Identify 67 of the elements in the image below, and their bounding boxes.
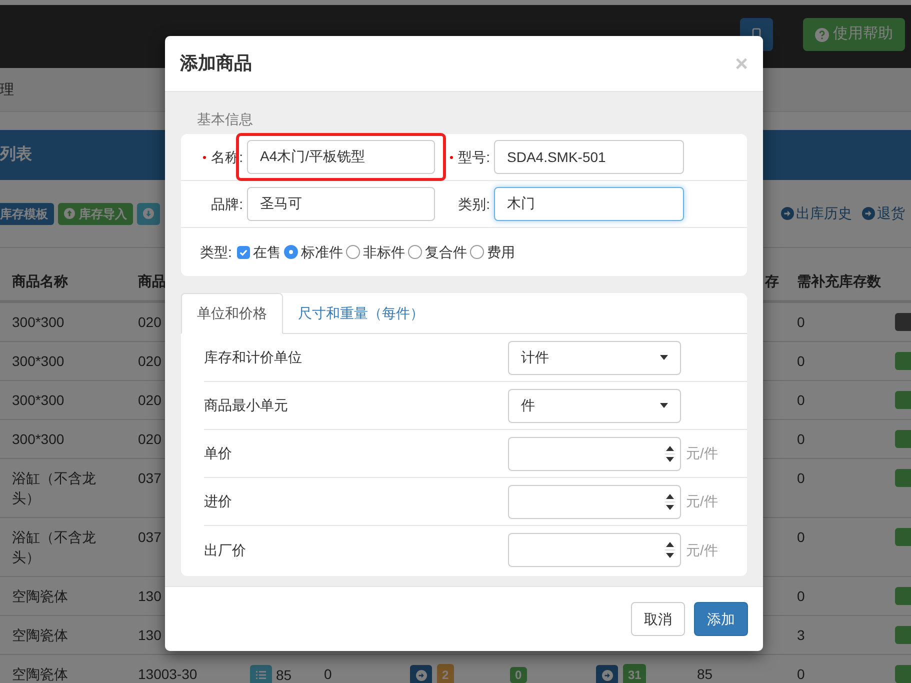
table-cell: 空陶瓷体: [12, 666, 68, 682]
table-cell: 300*300: [12, 431, 64, 447]
column-header: 需补充库存数: [797, 273, 881, 289]
table-cell: 浴缸（不含龙头）: [12, 529, 96, 565]
table-cell: 空陶瓷体: [12, 627, 68, 643]
cancel-button[interactable]: 取消: [631, 602, 685, 636]
table-cell: 13003-30: [138, 666, 198, 682]
column-header: 商品: [138, 273, 166, 289]
unit-label: 元/件: [686, 444, 718, 463]
checkbox-option[interactable]: 在售: [236, 242, 281, 262]
table-cell: 3: [797, 627, 805, 643]
text-field[interactable]: A4木门/平板铣型: [247, 140, 435, 174]
table-cell-text: 85: [276, 666, 292, 683]
table-cell: 020: [138, 314, 162, 330]
table-cell: 0: [797, 314, 805, 330]
select-field[interactable]: 计件: [508, 340, 681, 374]
field-label: 库存和计价单位: [204, 348, 303, 367]
radio-option[interactable]: 费用: [470, 242, 515, 262]
text-field[interactable]: SDA4.SMK-501: [494, 140, 684, 174]
table-cell: 0: [797, 392, 805, 408]
unit-label: 元/件: [686, 540, 718, 560]
table-cell: 0: [797, 529, 805, 545]
table-cell: 020: [138, 392, 162, 408]
text-field[interactable]: 圣马可: [247, 187, 435, 221]
modal-title: 添加商品: [180, 52, 252, 75]
field-label: 进价: [204, 492, 233, 511]
field-label: 单价: [204, 444, 233, 463]
radio-option[interactable]: 标准件: [284, 242, 343, 262]
table-cell: 020: [138, 431, 162, 447]
table-cell: 0: [797, 588, 805, 604]
field-label: 商品最小单元: [204, 396, 289, 415]
add-button[interactable]: 添加: [694, 602, 748, 636]
tab[interactable]: 单位和价格: [181, 293, 283, 334]
table-cell: 130: [138, 588, 162, 604]
radio-option[interactable]: 复合件: [408, 242, 467, 262]
column-header: 商品名称: [12, 273, 68, 289]
table-cell: 0: [324, 666, 332, 682]
table-cell: 037: [138, 470, 162, 486]
table-cell: 浴缸（不含龙头）: [12, 470, 96, 506]
count-badge: 0: [510, 667, 527, 683]
unit-label: 元/件: [686, 492, 718, 511]
table-cell: 0: [797, 353, 805, 369]
select-field[interactable]: 件: [508, 388, 681, 422]
tab[interactable]: 尺寸和重量（每件）: [283, 293, 439, 334]
table-cell: 85: [697, 666, 713, 682]
table-cell: 300*300: [12, 392, 64, 408]
table-cell: 0: [797, 470, 805, 486]
field-label: 出厂价: [204, 540, 247, 560]
table-cell: 037: [138, 529, 162, 545]
table-cell: 020: [138, 353, 162, 369]
breadcrumb[interactable]: 理: [0, 79, 14, 100]
count-badge: 31: [623, 664, 646, 683]
radio-option[interactable]: 非标件: [346, 242, 405, 262]
table-cell: 空陶瓷体: [12, 588, 68, 604]
section-title: 基本信息: [197, 111, 253, 127]
column-header: 存: [765, 273, 779, 289]
field-label: 型号:: [458, 148, 490, 166]
table-cell: 0: [797, 666, 805, 682]
table-cell: 0: [797, 431, 805, 447]
text-field[interactable]: 木门: [494, 187, 684, 221]
table-cell: 300*300: [12, 353, 64, 369]
field-label: 类别:: [458, 194, 490, 214]
table-cell: 300*300: [12, 314, 64, 330]
table-cell: 130: [138, 627, 162, 643]
field-label: 品牌:: [211, 194, 243, 214]
count-badge: 2: [437, 664, 454, 683]
type-label: 类型:: [200, 242, 232, 262]
